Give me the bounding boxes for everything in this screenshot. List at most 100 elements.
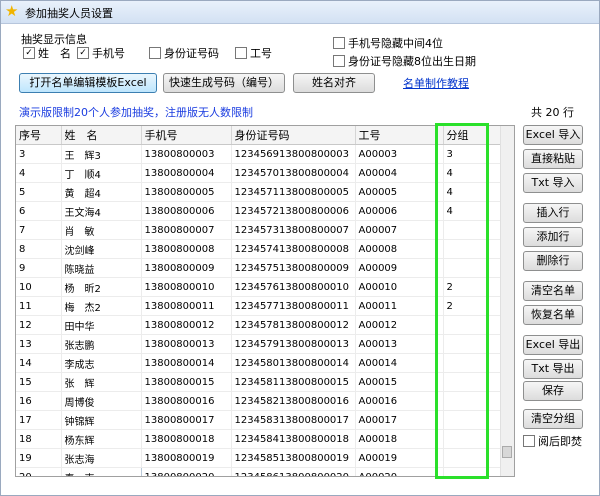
cell-group[interactable]: 3 <box>443 144 501 164</box>
cell-phone[interactable]: 13800800015 <box>141 372 232 392</box>
cell-name[interactable]: 秦 声 <box>60 467 142 476</box>
cell-index[interactable]: 16 <box>16 391 62 411</box>
cell-name[interactable]: 张志鹏 <box>61 334 142 354</box>
table-row[interactable]: 12 田中华 13800800012 123457813800800012 A00012 <box>16 315 501 335</box>
table-row[interactable]: 9 陈晓益 13800800009 123457513800800009 A00009 <box>16 258 501 278</box>
table-row[interactable]: 14 李成志 13800800014 123458013800800014 A00014 <box>16 353 501 373</box>
cell-name[interactable]: 黄 超4 <box>61 182 142 202</box>
cell-name[interactable]: 钟锦辉 <box>61 410 142 430</box>
table-row[interactable]: 19 张志海 13800800019 123458513800800019 A00019 <box>16 448 501 468</box>
cell-index[interactable]: 8 <box>16 239 62 259</box>
show-id-checkbox[interactable]: 身份证号码 <box>149 47 219 61</box>
cell-phone[interactable]: 13800800011 <box>141 296 232 316</box>
txt-export-button[interactable]: Txt 导出 <box>523 359 583 379</box>
table-row[interactable]: 7肖 敏 13800800007 123457313800800007 A00007 <box>16 220 501 240</box>
table-row[interactable]: 18 杨东辉 13800800018 123458413800800018 A00018 <box>16 429 501 449</box>
cell-index[interactable]: 20 <box>16 467 62 476</box>
cell-index[interactable]: 14 <box>16 353 62 373</box>
cell-group[interactable]: 4 <box>443 163 501 183</box>
cell-id[interactable]: 123457213800800006 <box>231 201 356 221</box>
cell-empno[interactable]: A00011 <box>355 296 444 316</box>
cell-empno[interactable]: A00014 <box>355 353 444 373</box>
cell-name[interactable]: 王 辉3 <box>61 144 142 164</box>
cell-id[interactable]: 123457413800800008 <box>231 239 356 259</box>
cell-index[interactable]: 13 <box>16 334 62 354</box>
cell-index[interactable]: 10 <box>16 277 62 297</box>
cell-name[interactable]: 杨东辉 <box>61 429 142 449</box>
table-row[interactable]: 4丁 顺4 13800800004 123457013800800004 A00004… <box>16 163 501 183</box>
restore-list-button[interactable]: 恢复名单 <box>523 305 583 325</box>
cell-id[interactable]: 123457813800800012 <box>231 315 356 335</box>
cell-name[interactable]: 张 辉 <box>61 372 142 392</box>
cell-phone[interactable]: 13800800005 <box>141 182 232 202</box>
cell-empno[interactable]: A00018 <box>355 429 444 449</box>
cell-index[interactable]: 4 <box>16 163 62 183</box>
cell-empno[interactable]: A00006 <box>355 201 444 221</box>
cell-name[interactable]: 张志海 <box>61 448 142 468</box>
cell-id[interactable]: 123458013800800014 <box>231 353 356 373</box>
cell-index[interactable]: 9 <box>16 258 62 278</box>
cell-phone[interactable]: 13800800012 <box>141 315 232 335</box>
cell-phone[interactable]: 13800800010 <box>141 277 232 297</box>
show-empno-checkbox[interactable]: 工号 <box>235 47 272 61</box>
cell-empno[interactable]: A00007 <box>355 220 444 240</box>
col-header-empno[interactable]: 工号 <box>355 126 444 145</box>
save-button[interactable]: 保存 <box>523 381 583 401</box>
table-row[interactable]: 5黄 超4 13800800005 123457113800800005 A00005… <box>16 182 501 202</box>
cell-name[interactable]: 周博俊 <box>61 391 142 411</box>
cell-id[interactable]: 123456913800800003 <box>231 144 356 164</box>
table-row[interactable]: 3王 辉3 13800800003 123456913800800003 A00003… <box>16 144 501 164</box>
hide-id-birth-checkbox[interactable]: 身份证号隐藏8位出生日期 <box>333 55 476 69</box>
cell-empno[interactable]: A00015 <box>355 372 444 392</box>
col-header-id[interactable]: 身份证号码 <box>231 126 356 145</box>
cell-phone[interactable]: 13800800013 <box>141 334 232 354</box>
cell-phone[interactable]: 13800800007 <box>141 220 232 240</box>
col-header-group[interactable]: 分组 <box>443 126 501 145</box>
excel-import-button[interactable]: Excel 导入 <box>523 125 583 145</box>
table-row[interactable]: 11 梅 杰2 13800800011 123457713800800011 A0001… <box>16 296 501 316</box>
cell-group[interactable]: 2 <box>443 296 501 316</box>
hide-phone-middle-checkbox[interactable]: 手机号隐藏中间4位 <box>333 37 443 51</box>
cell-empno[interactable]: A00004 <box>355 163 444 183</box>
cell-group[interactable]: 2 <box>443 277 501 297</box>
cell-index[interactable]: 11 <box>16 296 62 316</box>
vertical-scrollbar[interactable] <box>500 126 514 476</box>
cell-index[interactable]: 17 <box>16 410 62 430</box>
cell-index[interactable]: 6 <box>16 201 62 221</box>
excel-export-button[interactable]: Excel 导出 <box>523 335 583 355</box>
cell-group[interactable] <box>443 448 501 468</box>
insert-row-button[interactable]: 插入行 <box>523 203 583 223</box>
cell-id[interactable]: 123457713800800011 <box>231 296 356 316</box>
cell-empno[interactable]: A00020 <box>355 467 444 476</box>
cell-id[interactable]: 123457313800800007 <box>231 220 356 240</box>
cell-group[interactable] <box>443 391 501 411</box>
cell-group[interactable] <box>443 334 501 354</box>
cell-id[interactable]: 123458413800800018 <box>231 429 356 449</box>
cell-phone[interactable]: 13800800014 <box>141 353 232 373</box>
cell-name[interactable]: 陈晓益 <box>61 258 142 278</box>
show-phone-checkbox[interactable]: ✓ 手机号 <box>77 47 125 61</box>
cell-id[interactable]: 123457513800800009 <box>231 258 356 278</box>
col-header-phone[interactable]: 手机号 <box>141 126 232 145</box>
cell-empno[interactable]: A00008 <box>355 239 444 259</box>
cell-phone[interactable]: 13800800017 <box>141 410 232 430</box>
add-row-button[interactable]: 添加行 <box>523 227 583 247</box>
cell-empno[interactable]: A00016 <box>355 391 444 411</box>
cell-empno[interactable]: A00012 <box>355 315 444 335</box>
cell-empno[interactable]: A00017 <box>355 410 444 430</box>
cell-index[interactable]: 18 <box>16 429 62 449</box>
cell-group[interactable] <box>443 315 501 335</box>
cell-phone[interactable]: 13800800009 <box>141 258 232 278</box>
cell-id[interactable]: 123457613800800010 <box>231 277 356 297</box>
cell-id[interactable]: 123457013800800004 <box>231 163 356 183</box>
cell-empno[interactable]: A00019 <box>355 448 444 468</box>
cell-group[interactable] <box>443 372 501 392</box>
cell-empno[interactable]: A00009 <box>355 258 444 278</box>
table-row[interactable]: 17 钟锦辉 13800800017 123458313800800017 A00017 <box>16 410 501 430</box>
table-row[interactable]: 10 杨 昕2 13800800010 123457613800800010 A0001… <box>16 277 501 297</box>
paste-button[interactable]: 直接粘贴 <box>523 149 583 169</box>
cell-empno[interactable]: A00005 <box>355 182 444 202</box>
quick-generate-button[interactable]: 快速生成号码（编号） <box>163 73 285 93</box>
tutorial-link[interactable]: 名单制作教程 <box>403 75 469 91</box>
scrollbar-thumb[interactable] <box>502 446 512 458</box>
